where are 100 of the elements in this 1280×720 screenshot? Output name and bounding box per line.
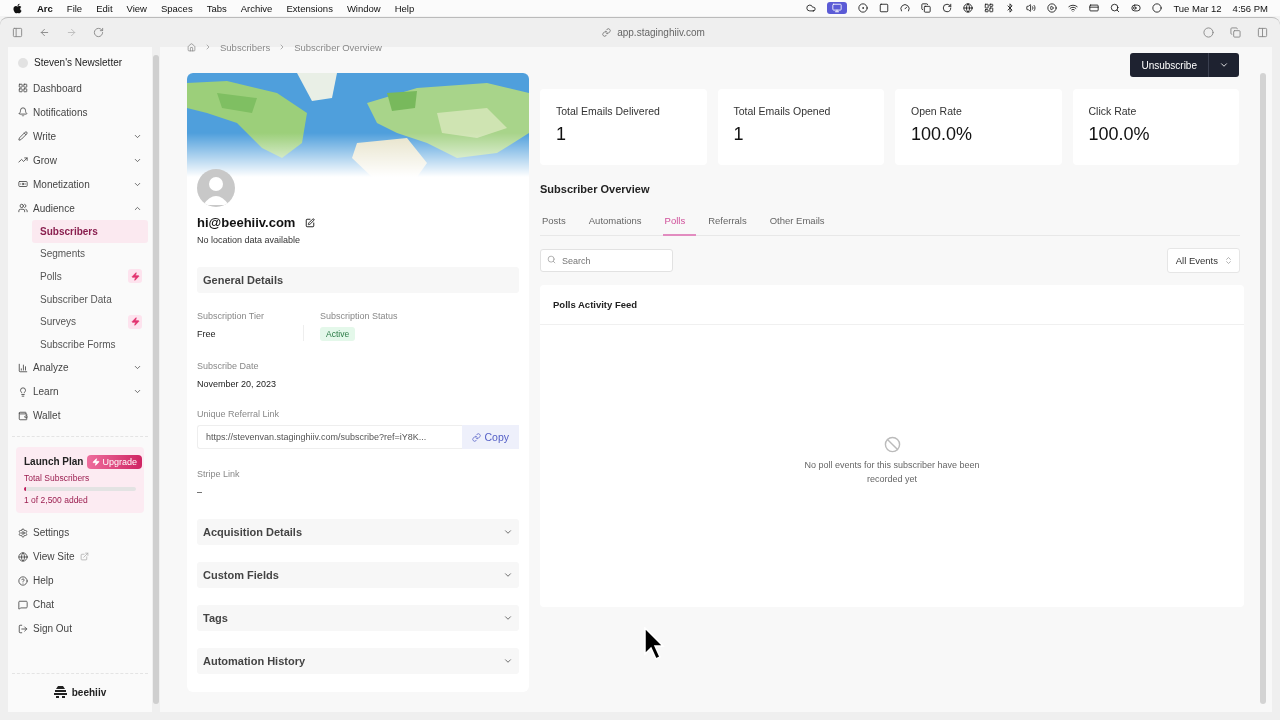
accordion-header[interactable]: Custom Fields	[197, 562, 519, 588]
menu-item[interactable]: Archive	[240, 2, 273, 14]
monitor-icon[interactable]	[827, 2, 848, 14]
event-filter-select[interactable]: All Events	[1166, 248, 1240, 273]
nav-item[interactable]: Chat	[12, 592, 148, 617]
url-bar[interactable]: app.staginghiiv.com	[602, 27, 705, 38]
nav-item[interactable]: Dashboard	[12, 76, 148, 100]
circle-icon[interactable]	[1152, 3, 1163, 13]
wallet-icon	[18, 410, 28, 421]
menu-item[interactable]: Arc	[37, 2, 53, 14]
copy-icon[interactable]	[921, 3, 932, 13]
accordion-header[interactable]: Acquisition Details	[197, 519, 519, 545]
tab[interactable]: Polls	[662, 205, 697, 236]
grid-icon	[18, 83, 28, 93]
stat-value: 100.0%	[911, 124, 974, 145]
chevron-right-icon	[204, 43, 212, 51]
card-icon[interactable]	[1089, 3, 1100, 13]
bar-chart-icon	[18, 362, 28, 373]
volume-icon[interactable]	[1026, 3, 1037, 13]
field-label: Stripe Link	[197, 469, 241, 479]
play-icon[interactable]	[1047, 3, 1058, 13]
nav-item[interactable]: Sign Out	[12, 616, 148, 641]
field-label: Unique Referral Link	[197, 409, 281, 419]
tab[interactable]: Other Emails	[767, 205, 836, 236]
nav-item[interactable]: Settings	[12, 520, 148, 545]
menu-item[interactable]: Edit	[96, 2, 113, 14]
empty-message: No poll events for this subscriber have been recorded yet	[803, 459, 981, 486]
bell-icon	[18, 107, 28, 117]
section-header: General Details	[197, 267, 519, 293]
breadcrumb-link[interactable]: Subscriber Overview	[294, 41, 382, 53]
referral-link-field[interactable]: https://stevenvan.staginghiiv.com/subscribe?ref=iY8K...	[197, 425, 463, 449]
nav-subitem[interactable]: Surveys	[32, 310, 148, 333]
nav-subitem[interactable]: Segments	[32, 242, 148, 266]
menu-item[interactable]: Extensions	[286, 2, 333, 14]
nav-item[interactable]: Notifications	[12, 100, 148, 124]
accordion-header[interactable]: Tags	[197, 605, 519, 631]
stat-value: 1	[556, 124, 567, 145]
users-icon	[18, 203, 28, 213]
nav-item[interactable]: Audience	[12, 196, 148, 220]
menu-item[interactable]: File	[66, 2, 83, 14]
chat-icon	[18, 599, 28, 610]
cloud-icon[interactable]	[806, 3, 817, 13]
menu-item[interactable]: Tabs	[206, 2, 227, 14]
record-icon[interactable]	[858, 3, 869, 13]
search-icon[interactable]	[1110, 3, 1121, 13]
globe-icon[interactable]	[963, 3, 974, 13]
nav-item[interactable]: Analyze	[12, 355, 148, 380]
link-icon	[602, 28, 612, 37]
hive-icon	[53, 686, 67, 698]
nav-item[interactable]: View Site	[12, 544, 148, 569]
status-badge: Active	[320, 327, 356, 341]
nav-subitem[interactable]: Subscriber Data	[32, 287, 148, 311]
search-field[interactable]: Search	[540, 249, 673, 272]
chevron-down-icon	[503, 570, 513, 580]
nav-item[interactable]: Grow	[12, 148, 148, 172]
menu-item[interactable]: Window	[346, 2, 381, 14]
copy-button[interactable]: Copy	[462, 425, 519, 449]
menu-date: Tue Mar 12	[1173, 2, 1222, 14]
location-text: No location data available	[197, 235, 302, 245]
help-icon	[18, 575, 28, 586]
wifi-icon[interactable]	[1068, 3, 1079, 13]
bluetooth-icon[interactable]	[1005, 3, 1016, 13]
nav-item[interactable]: Learn	[12, 379, 148, 404]
menu-item[interactable]: Spaces	[160, 2, 193, 14]
refresh-icon[interactable]	[942, 3, 953, 13]
menu-item[interactable]: Help	[394, 2, 415, 14]
stat-label: Total Emails Opened	[733, 105, 832, 117]
edit-icon[interactable]	[305, 217, 316, 228]
toggle-icon[interactable]	[1131, 3, 1142, 13]
chevron-down-icon	[503, 613, 513, 623]
subscriber-email: hi@beehiiv.com	[197, 215, 296, 230]
workspace-icon	[18, 57, 28, 68]
lightbulb-icon	[18, 386, 28, 397]
field-label: Subscription Tier	[197, 311, 266, 321]
square-icon[interactable]	[879, 3, 890, 13]
tab[interactable]: Posts	[540, 205, 577, 236]
back-icon[interactable]	[39, 27, 50, 38]
nav-subitem[interactable]: Polls	[32, 265, 148, 288]
sidebar-toggle-icon[interactable]	[12, 27, 23, 38]
nav-item[interactable]: Write	[12, 124, 148, 148]
tab[interactable]: Automations	[586, 205, 653, 236]
nav-item[interactable]: Wallet	[12, 403, 148, 428]
workspace-name[interactable]: Steven's Newsletter	[34, 57, 123, 68]
layout-icon[interactable]	[984, 3, 995, 13]
tab[interactable]: Referrals	[706, 205, 758, 236]
sign-out-icon	[18, 623, 28, 634]
accordion-header[interactable]: Automation History	[197, 648, 519, 674]
nav-subitem[interactable]: Subscribers	[32, 220, 148, 243]
split-view-icon[interactable]	[1257, 27, 1268, 38]
gauge-icon[interactable]	[900, 3, 911, 13]
nav-subitem[interactable]: Subscribe Forms	[32, 332, 148, 356]
menu-time: 4:56 PM	[1232, 2, 1268, 14]
nav-item[interactable]: Monetization	[12, 172, 148, 196]
chevron-down-icon	[1219, 60, 1229, 70]
breadcrumb-link[interactable]: Subscribers	[220, 41, 271, 53]
reload-icon[interactable]	[93, 27, 104, 38]
apple-icon[interactable]	[12, 2, 23, 14]
nav-item[interactable]: Help	[12, 568, 148, 593]
upgrade-button[interactable]: Upgrade	[87, 454, 142, 469]
menu-item[interactable]: View	[126, 2, 147, 14]
